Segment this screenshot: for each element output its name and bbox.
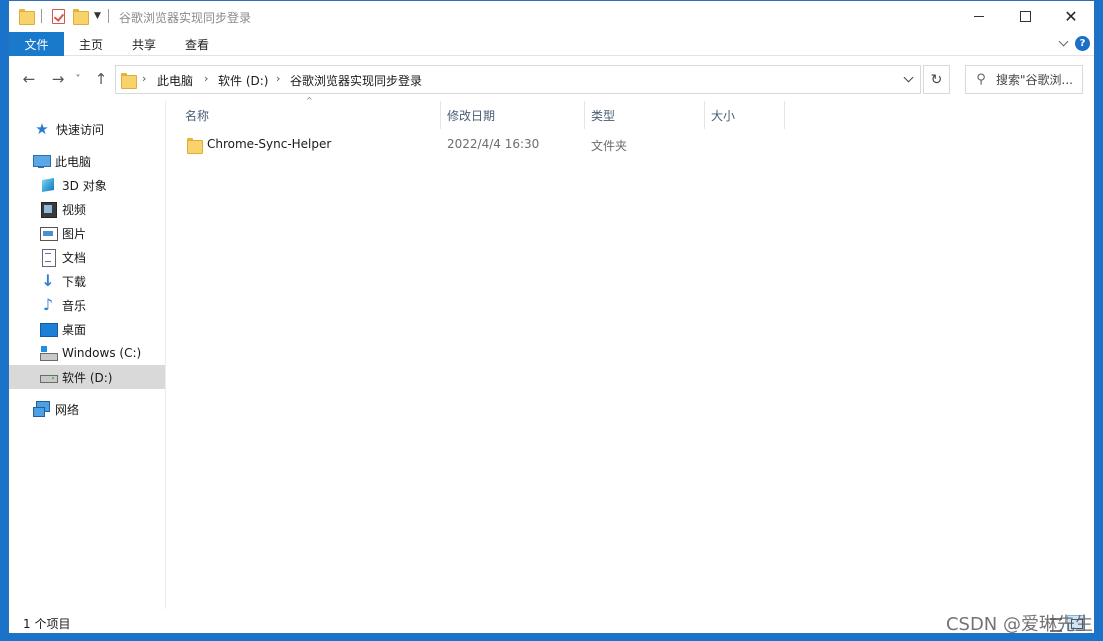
properties-check-icon[interactable] bbox=[52, 8, 65, 24]
window-title: 谷歌浏览器实现同步登录 bbox=[119, 11, 252, 25]
sidebar-item-label: Windows (C:) bbox=[62, 346, 142, 360]
tab-view[interactable]: 查看 bbox=[177, 32, 217, 56]
column-divider[interactable] bbox=[440, 101, 441, 129]
downloads-icon: ↓ bbox=[41, 271, 55, 290]
pictures-icon bbox=[40, 225, 58, 241]
breadcrumb-separator[interactable]: › bbox=[204, 72, 208, 85]
sidebar-item-this-pc[interactable]: 此电脑 bbox=[9, 149, 165, 173]
music-icon: ♪ bbox=[42, 295, 54, 314]
close-button[interactable]: ✕ bbox=[1048, 1, 1094, 32]
navigation-pane: ★ 快速访问 此电脑 3D 对象 视频 图片 文档 ↓ 下载 ♪ 音乐 桌面 W… bbox=[9, 101, 166, 609]
minimize-button[interactable] bbox=[956, 1, 1002, 32]
up-arrow-icon[interactable]: ↑ bbox=[91, 69, 111, 89]
desktop-icon bbox=[40, 321, 58, 337]
sidebar-item-label: 下载 bbox=[62, 274, 87, 289]
search-input[interactable] bbox=[996, 72, 1076, 87]
folder-icon[interactable] bbox=[19, 8, 35, 25]
tab-home[interactable]: 主页 bbox=[71, 32, 111, 56]
title-bar: ▼ 谷歌浏览器实现同步登录 ✕ bbox=[9, 1, 1094, 32]
sidebar-item-label: 3D 对象 bbox=[62, 178, 107, 193]
file-list: ^ 名称 修改日期 类型 大小 Chrome-Sync-Helper 2022/… bbox=[167, 96, 1094, 609]
new-folder-icon[interactable] bbox=[73, 8, 89, 25]
sidebar-item-documents[interactable]: 文档 bbox=[9, 245, 165, 269]
sidebar-item-network[interactable]: 网络 bbox=[9, 397, 165, 421]
quick-access-star-icon: ★ bbox=[35, 120, 49, 138]
column-header-name[interactable]: 名称 bbox=[185, 101, 441, 129]
sidebar-item-label: 文档 bbox=[62, 250, 87, 265]
sidebar-item-pictures[interactable]: 图片 bbox=[9, 221, 165, 245]
navigation-bar: ← → ˅ ↑ › 此电脑 › 软件 (D:) › 谷歌浏览器实现同步登录 ↻ … bbox=[9, 57, 1094, 101]
sidebar-item-desktop[interactable]: 桌面 bbox=[9, 317, 165, 341]
column-divider[interactable] bbox=[784, 101, 785, 129]
sidebar-item-quick-access[interactable]: ★ 快速访问 bbox=[9, 117, 165, 141]
help-icon[interactable]: ? bbox=[1075, 36, 1090, 51]
network-icon bbox=[33, 401, 50, 417]
back-arrow-icon[interactable]: ← bbox=[19, 69, 39, 89]
tab-share[interactable]: 共享 bbox=[124, 32, 164, 56]
sidebar-item-label: 软件 (D:) bbox=[62, 370, 113, 385]
sidebar-item-label: 网络 bbox=[55, 402, 80, 417]
sidebar-item-drive-d[interactable]: 软件 (D:) bbox=[9, 365, 165, 389]
sidebar-item-label: 视频 bbox=[62, 202, 87, 217]
breadcrumb-separator[interactable]: › bbox=[142, 72, 146, 85]
sidebar-item-music[interactable]: ♪ 音乐 bbox=[9, 293, 165, 317]
search-box[interactable]: ⚲ bbox=[965, 65, 1083, 94]
sidebar-item-label: 桌面 bbox=[62, 322, 87, 337]
breadcrumb-separator[interactable]: › bbox=[276, 72, 280, 85]
videos-icon bbox=[40, 201, 57, 218]
folder-icon bbox=[187, 137, 203, 154]
toolbar-divider bbox=[107, 9, 109, 23]
item-count: 1 个项目 bbox=[23, 616, 71, 631]
3d-objects-icon bbox=[40, 177, 56, 193]
column-header-type[interactable]: 类型 bbox=[591, 101, 703, 129]
ribbon-tabs: 文件 主页 共享 查看 ? bbox=[9, 32, 1094, 56]
refresh-button[interactable]: ↻ bbox=[923, 65, 950, 94]
quick-access-toolbar: ▼ bbox=[19, 8, 109, 25]
table-row[interactable]: Chrome-Sync-Helper 2022/4/4 16:30 文件夹 bbox=[185, 134, 1085, 156]
column-divider[interactable] bbox=[704, 101, 705, 129]
file-name[interactable]: Chrome-Sync-Helper bbox=[207, 137, 331, 151]
breadcrumb-current-folder[interactable]: 谷歌浏览器实现同步登录 bbox=[290, 72, 422, 89]
column-divider[interactable] bbox=[584, 101, 585, 129]
sidebar-item-label: 此电脑 bbox=[55, 154, 92, 169]
status-bar: 1 个项目 bbox=[9, 611, 1094, 633]
file-type: 文件夹 bbox=[591, 139, 628, 153]
sidebar-item-downloads[interactable]: ↓ 下载 bbox=[9, 269, 165, 293]
breadcrumb-drive-d[interactable]: 软件 (D:) bbox=[218, 72, 268, 89]
explorer-window: ▼ 谷歌浏览器实现同步登录 ✕ 文件 主页 共享 查看 ? ← → ˅ ↑ › … bbox=[8, 0, 1095, 634]
forward-arrow-icon[interactable]: → bbox=[48, 69, 68, 89]
expand-ribbon-chevron-icon[interactable] bbox=[1058, 37, 1070, 49]
watermark: CSDN @爱琳先生 bbox=[945, 614, 1093, 635]
sidebar-item-label: 快速访问 bbox=[56, 122, 105, 137]
documents-icon bbox=[40, 249, 56, 267]
tab-file[interactable]: 文件 bbox=[9, 32, 64, 56]
search-icon: ⚲ bbox=[976, 72, 986, 87]
sidebar-item-3d-objects[interactable]: 3D 对象 bbox=[9, 173, 165, 197]
address-bar[interactable]: › 此电脑 › 软件 (D:) › 谷歌浏览器实现同步登录 bbox=[115, 65, 921, 94]
address-history-dropdown-icon[interactable] bbox=[897, 66, 919, 93]
sidebar-item-label: 图片 bbox=[62, 226, 87, 241]
this-pc-icon bbox=[33, 153, 51, 169]
column-header-size[interactable]: 大小 bbox=[711, 101, 783, 129]
breadcrumb-this-pc[interactable]: 此电脑 bbox=[157, 72, 193, 89]
sidebar-item-drive-c[interactable]: Windows (C:) bbox=[9, 341, 165, 365]
folder-icon bbox=[121, 72, 137, 89]
file-date-modified: 2022/4/4 16:30 bbox=[447, 137, 540, 151]
customize-toolbar-dropdown-icon[interactable]: ▼ bbox=[94, 11, 101, 21]
drive-c-icon bbox=[40, 345, 58, 361]
sidebar-item-label: 音乐 bbox=[62, 298, 87, 313]
toolbar-divider bbox=[41, 9, 42, 23]
column-header-date-modified[interactable]: 修改日期 bbox=[447, 101, 583, 129]
recent-locations-chevron-icon[interactable]: ˅ bbox=[72, 69, 84, 89]
maximize-button[interactable] bbox=[1002, 1, 1048, 32]
drive-d-icon bbox=[40, 369, 58, 385]
sidebar-item-videos[interactable]: 视频 bbox=[9, 197, 165, 221]
